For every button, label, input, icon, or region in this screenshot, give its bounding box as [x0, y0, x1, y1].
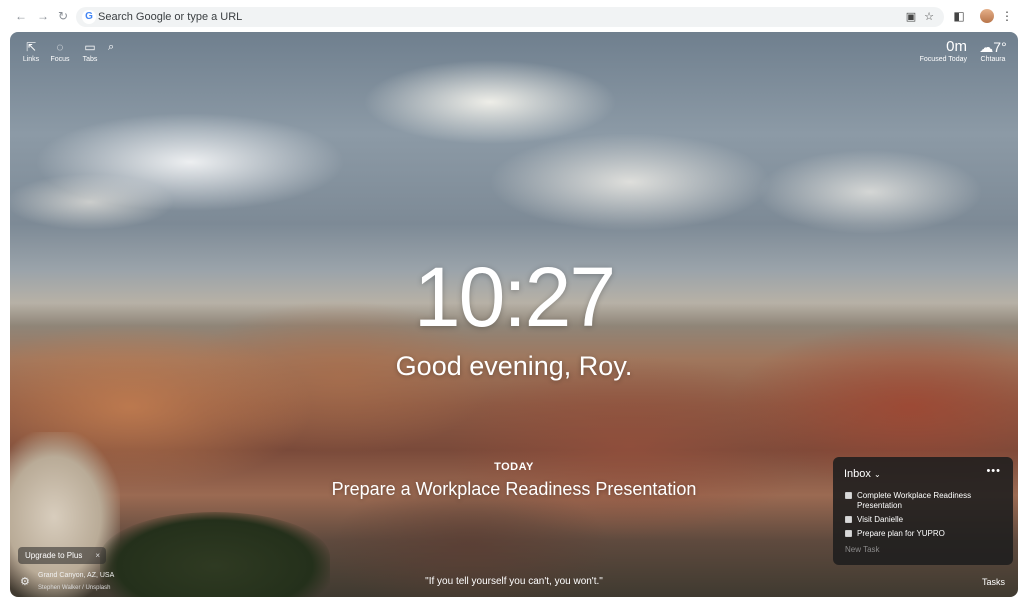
upgrade-button[interactable]: Upgrade to Plus × — [18, 547, 106, 564]
task-checkbox[interactable] — [845, 516, 852, 523]
focus-stat-label: Focused Today — [919, 56, 967, 63]
task-checkbox[interactable] — [845, 492, 852, 499]
browser-toolbar: ← → ↻ G ▣ ☆ ◧ ⋮ — [0, 0, 1024, 32]
chevron-down-icon: ⌄ — [873, 470, 881, 479]
focus-stat[interactable]: 0m Focused Today — [913, 38, 967, 64]
bookmark-star-icon[interactable]: ☆ — [922, 10, 936, 24]
quote[interactable]: "If you tell yourself you can't, you won… — [10, 576, 1018, 587]
task-item[interactable]: Complete Workplace Readiness Presentatio… — [845, 491, 1005, 511]
settings-gear-icon[interactable]: ⚙ — [20, 575, 30, 588]
focus-button[interactable]: ◌ Focus — [45, 40, 75, 63]
chat-icon: ◌ — [56, 40, 64, 54]
cast-icon[interactable]: ▣ — [904, 10, 918, 24]
forward-icon[interactable]: → — [36, 9, 50, 23]
profile-avatar[interactable] — [980, 9, 994, 23]
back-icon[interactable]: ← — [14, 9, 28, 23]
tasks-panel: Inbox ⌄ ••• Complete Workplace Readiness… — [833, 457, 1013, 565]
task-item[interactable]: Prepare plan for YUPRO — [845, 529, 1005, 539]
tasks-button[interactable]: Tasks — [982, 577, 1005, 587]
search-icon[interactable]: ⌕ — [108, 41, 114, 54]
cloud-sun-icon: ☁ — [979, 39, 994, 55]
clock: 10:27 — [413, 250, 616, 344]
weather-widget[interactable]: ☁7° Chtaura — [975, 39, 1011, 63]
google-icon: G — [82, 10, 96, 24]
tasks-menu-button[interactable]: ••• — [986, 465, 1001, 477]
tabs-button[interactable]: ▭ Tabs — [75, 40, 105, 63]
extensions-icon[interactable]: ◧ — [952, 9, 966, 23]
reload-icon[interactable]: ↻ — [56, 9, 70, 23]
weather-temp: 7° — [993, 39, 1007, 55]
new-tab-page: ⇱ Links ◌ Focus ▭ Tabs ⌕ 0m Focused Toda… — [10, 32, 1018, 597]
chrome-menu-icon[interactable]: ⋮ — [1000, 9, 1014, 23]
photo-credit[interactable]: Stephen Walker / Unsplash — [38, 584, 110, 592]
new-task-input[interactable]: New Task — [845, 545, 880, 554]
links-button[interactable]: ⇱ Links — [16, 40, 46, 63]
external-link-icon: ⇱ — [25, 40, 37, 54]
address-bar[interactable]: G ▣ ☆ — [76, 7, 944, 27]
task-item[interactable]: Visit Danielle — [845, 515, 1005, 525]
tabs-icon: ▭ — [84, 40, 96, 54]
address-input[interactable] — [98, 9, 898, 25]
greeting: Good evening, Roy. — [395, 351, 633, 381]
task-checkbox[interactable] — [845, 530, 852, 537]
upgrade-label: Upgrade to Plus — [25, 551, 83, 560]
focus-stat-value: 0m — [946, 38, 967, 55]
close-icon[interactable]: × — [95, 547, 100, 564]
weather-location: Chtaura — [980, 56, 1006, 63]
photo-location[interactable]: Grand Canyon, AZ, USA — [38, 571, 114, 580]
inbox-dropdown[interactable]: Inbox ⌄ — [844, 468, 881, 480]
